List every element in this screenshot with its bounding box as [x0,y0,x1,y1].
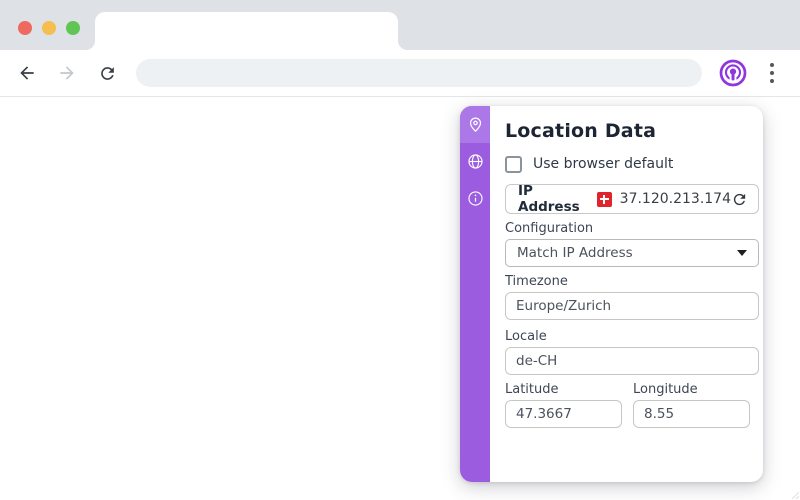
kebab-dot [770,63,774,67]
locale-label: Locale [505,329,547,344]
use-browser-default-row: Use browser default [505,154,759,174]
timezone-input[interactable] [505,292,759,320]
close-window-button[interactable] [18,21,32,35]
swiss-flag-icon [596,191,612,207]
refresh-icon [733,193,746,205]
kebab-dot [770,79,774,83]
resize-grip-icon [791,491,799,499]
ip-address-row: IP Address 37.120.213.174 [505,183,759,215]
ip-address-value: 37.120.213.174 [619,191,731,207]
sidebar-tab-info[interactable] [460,180,490,217]
forward-arrow-icon [60,66,74,80]
globe-icon [467,154,483,169]
locale-input[interactable] [505,347,759,375]
configuration-value: Match IP Address [517,245,633,261]
longitude-label: Longitude [633,382,698,397]
location-pin-icon [469,117,481,133]
window-controls [18,21,80,35]
popup-sidebar [460,106,490,482]
extension-popup: Location Data Use browser default IP Add… [460,106,763,482]
zoom-window-button[interactable] [66,21,80,35]
sidebar-tab-globe[interactable] [460,143,490,180]
info-icon [467,191,483,206]
use-browser-default-label: Use browser default [533,156,674,172]
browser-tab[interactable] [85,12,408,50]
configuration-select[interactable]: Match IP Address [505,239,759,267]
browser-toolbar [0,50,800,97]
configuration-label: Configuration [505,221,594,236]
refresh-ip-button[interactable] [731,191,748,208]
use-browser-default-checkbox[interactable] [505,155,522,173]
latitude-input[interactable] [505,400,622,428]
latitude-label: Latitude [505,382,559,397]
tab-strip [0,0,800,50]
vytal-logo-icon [719,59,747,87]
sidebar-tab-location[interactable] [460,106,490,143]
lat-lng-row: Latitude Longitude [505,375,759,428]
minimize-window-button[interactable] [42,21,56,35]
timezone-label: Timezone [505,274,568,289]
extension-icon[interactable] [719,59,747,87]
chevron-down-icon [737,250,747,256]
page-title: Location Data [505,120,657,142]
reload-icon [100,66,114,80]
popup-content: Location Data Use browser default IP Add… [490,106,772,482]
ip-address-label: IP Address [518,183,580,215]
address-bar[interactable] [136,59,702,87]
kebab-dot [770,71,774,75]
browser-menu-button[interactable] [763,59,781,87]
longitude-input[interactable] [633,400,750,428]
back-button[interactable] [10,56,44,90]
reload-button[interactable] [90,56,124,90]
longitude-group: Longitude [633,375,750,428]
forward-button[interactable] [50,56,84,90]
latitude-group: Latitude [505,375,622,428]
back-arrow-icon [20,66,34,80]
